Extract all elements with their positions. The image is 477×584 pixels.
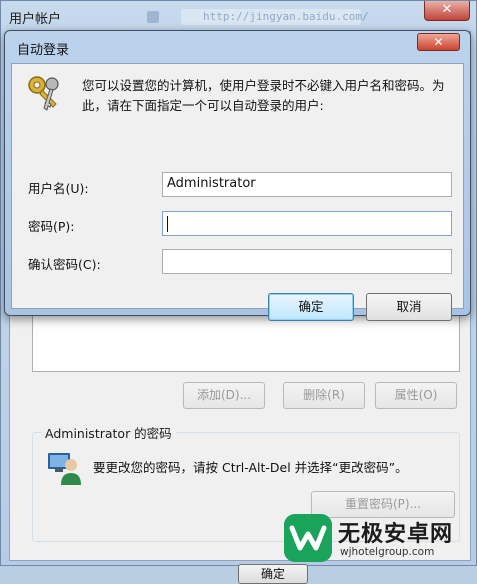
blurred-toolbar-icon [147,11,159,23]
username-label: 用户名(U): [28,181,89,196]
watermark-title: 无极安卓网 [338,522,454,547]
dialog-close-button[interactable]: ✕ [417,33,460,51]
dialog-title: 自动登录 [17,43,70,58]
password-group-title: Administrator 的密码 [41,423,176,442]
ok-button[interactable]: 确定 [268,293,354,321]
username-field[interactable]: Administrator [162,172,452,197]
password-field[interactable] [162,211,452,236]
confirm-password-field[interactable] [162,249,452,274]
dialog-client-area: 您可以设置您的计算机，使用户登录时不必键入用户名和密码。为此，请在下面指定一个可… [11,63,464,321]
background-ok-button[interactable]: 确定 [238,564,308,584]
password-hint: 要更改您的密码，请按 Ctrl-Alt-Del 并选择“更改密码”。 [93,460,408,475]
properties-button[interactable]: 属性(O) [375,382,457,409]
watermark-logo-icon [284,514,332,562]
close-icon: ✕ [433,35,444,49]
watermark: 无极安卓网 wjhotelgroup.com [284,510,474,566]
dialog-description: 您可以设置您的计算机，使用户登录时不必键入用户名和密码。为此，请在下面指定一个可… [82,78,445,113]
watermark-url: wjhotelgroup.com [340,546,435,558]
auto-logon-dialog: 自动登录 ✕ 您可以设置您的计算机，使用户登录时不必键入用户名和密码。为此，请在… [4,30,471,321]
user-icon [48,453,81,485]
close-icon: ✕ [441,2,453,17]
close-button[interactable]: ✕ [424,1,470,21]
add-user-button[interactable]: 添加(D)... [183,382,265,409]
cancel-button[interactable]: 取消 [366,293,452,321]
blurred-address-bar: http://jingyan.baidu.com/ [181,9,369,25]
window-title: 用户帐户 [9,12,62,27]
confirm-password-label: 确认密码(C): [28,257,101,272]
text-caret [167,216,168,232]
delete-user-button[interactable]: 删除(R) [283,382,365,409]
keys-icon [28,76,59,111]
password-label: 密码(P): [28,219,75,234]
